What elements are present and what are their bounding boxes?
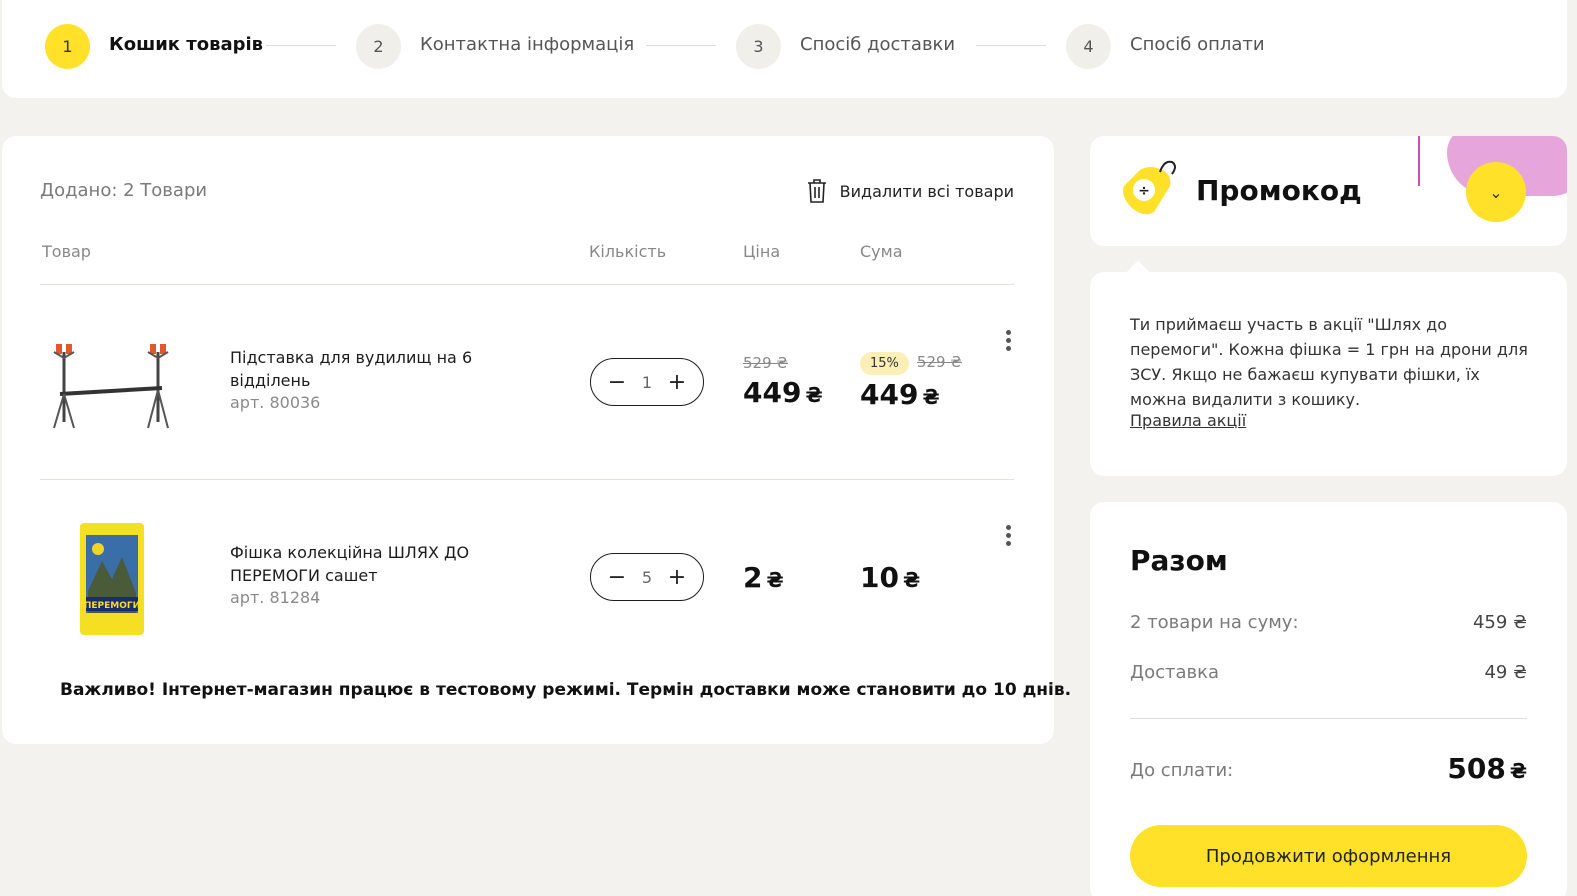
unit-price-value: 449 bbox=[743, 376, 802, 409]
items-total-label: 2 товари на суму: bbox=[1130, 612, 1299, 633]
step-1-circle[interactable]: 1 bbox=[45, 24, 90, 69]
cart-panel: Додано: 2 Товари Видалити всі товари Тов… bbox=[2, 136, 1071, 744]
line-sum: 10 ₴ bbox=[860, 561, 920, 594]
old-price: 529 ₴ bbox=[743, 354, 789, 372]
product-article: арт. 81284 bbox=[230, 588, 321, 607]
minus-button[interactable]: − bbox=[607, 565, 627, 590]
grand-total-label: До сплати: bbox=[1130, 760, 1234, 781]
added-count: Додано: 2 Товари bbox=[40, 180, 208, 201]
step-2-label[interactable]: Контактна інформація bbox=[420, 34, 634, 55]
old-sum: 529 ₴ bbox=[916, 353, 962, 371]
delete-all-button[interactable]: Видалити всі товари bbox=[806, 178, 1014, 204]
cart-item: Підставка для вудилищ на 6 відділень арт… bbox=[2, 286, 1054, 480]
chevron-down-icon[interactable]: ⌄ bbox=[1466, 162, 1526, 222]
collectible-chip-image: ПЕРЕМОГИ bbox=[80, 523, 144, 635]
product-name[interactable]: Підставка для вудилищ на 6 відділень bbox=[230, 346, 490, 392]
campaign-rules-link[interactable]: Правила акції bbox=[1130, 411, 1246, 430]
minus-button[interactable]: − bbox=[607, 370, 627, 395]
discount-badge: 15% bbox=[860, 352, 909, 375]
step-divider bbox=[266, 45, 336, 46]
rod-pod-image bbox=[53, 344, 169, 429]
cart-item: ПЕРЕМОГИ Фішка колекційна ШЛЯХ ДО ПЕРЕМО… bbox=[2, 481, 1054, 675]
svg-text:÷: ÷ bbox=[1138, 183, 1150, 199]
product-article: арт. 80036 bbox=[230, 393, 321, 412]
divider bbox=[40, 479, 1014, 480]
step-1-label[interactable]: Кошик товарів bbox=[109, 34, 263, 55]
unit-price: 449 ₴ bbox=[743, 376, 823, 409]
divider bbox=[40, 284, 1014, 285]
summary-title: Разом bbox=[1130, 544, 1228, 577]
step-3-label[interactable]: Спосіб доставки bbox=[800, 34, 955, 55]
header-product: Товар bbox=[42, 242, 91, 261]
plus-button[interactable]: + bbox=[667, 370, 687, 395]
step-divider bbox=[646, 45, 716, 46]
unit-price: 2 ₴ bbox=[743, 561, 784, 594]
currency: ₴ bbox=[922, 385, 940, 409]
campaign-info-panel: Ти приймаєш участь в акції "Шлях до пере… bbox=[1090, 260, 1567, 476]
notice-text: Важливо! Інтернет-магазин працює в тесто… bbox=[60, 680, 1072, 700]
tag-icon: ÷ bbox=[1123, 160, 1176, 215]
delivery-value: 49 ₴ bbox=[1484, 662, 1527, 683]
line-sum-value: 10 bbox=[860, 561, 899, 594]
tooltip-arrow bbox=[1126, 260, 1150, 284]
decorative-line bbox=[1418, 136, 1420, 186]
delivery-label: Доставка bbox=[1130, 662, 1219, 683]
currency: ₴ bbox=[902, 568, 921, 592]
divider bbox=[1130, 718, 1527, 719]
trash-icon bbox=[807, 179, 826, 203]
promo-title: Промокод bbox=[1196, 174, 1362, 207]
plus-button[interactable]: + bbox=[667, 565, 687, 590]
header-qty: Кількість bbox=[589, 242, 667, 261]
more-options-icon[interactable] bbox=[1006, 330, 1014, 351]
step-4-circle[interactable]: 4 bbox=[1066, 24, 1111, 69]
quantity-value[interactable]: 1 bbox=[642, 373, 652, 392]
unit-price-value: 2 bbox=[743, 561, 763, 594]
quantity-value[interactable]: 5 bbox=[642, 568, 652, 587]
product-name[interactable]: Фішка колекційна ШЛЯХ ДО ПЕРЕМОГИ сашет bbox=[230, 541, 490, 587]
step-4-label[interactable]: Спосіб оплати bbox=[1130, 34, 1265, 55]
quantity-stepper: − 1 + bbox=[590, 358, 704, 406]
checkout-steps: 1 Кошик товарів 2 Контактна інформація 3… bbox=[2, 0, 1567, 98]
line-sum-value: 449 bbox=[860, 378, 919, 411]
currency: ₴ bbox=[1509, 759, 1527, 783]
more-options-icon[interactable] bbox=[1006, 525, 1014, 546]
line-sum: 449 ₴ bbox=[860, 378, 940, 411]
svg-text:ПЕРЕМОГИ: ПЕРЕМОГИ bbox=[84, 601, 140, 611]
currency: ₴ bbox=[805, 383, 823, 407]
grand-total: 508 ₴ bbox=[1447, 752, 1527, 785]
promo-panel: ÷ Промокод ⌄ bbox=[1090, 136, 1567, 246]
step-3-circle[interactable]: 3 bbox=[736, 24, 781, 69]
sum-old-row: 15% 529 ₴ bbox=[860, 352, 962, 375]
header-sum: Сума bbox=[860, 242, 903, 261]
step-2-circle[interactable]: 2 bbox=[356, 24, 401, 69]
items-total-value: 459 ₴ bbox=[1472, 612, 1527, 633]
currency: ₴ bbox=[766, 568, 784, 592]
order-summary: Разом 2 товари на суму: 459 ₴ Доставка 4… bbox=[1090, 502, 1567, 896]
step-divider bbox=[976, 45, 1046, 46]
continue-checkout-button[interactable]: Продовжити оформлення bbox=[1130, 825, 1527, 887]
quantity-stepper: − 5 + bbox=[590, 553, 704, 601]
grand-total-value: 508 bbox=[1447, 752, 1506, 785]
campaign-text: Ти приймаєш участь в акції "Шлях до пере… bbox=[1130, 315, 1528, 409]
delete-all-label: Видалити всі товари bbox=[839, 181, 1014, 201]
header-price: Ціна bbox=[743, 242, 781, 261]
